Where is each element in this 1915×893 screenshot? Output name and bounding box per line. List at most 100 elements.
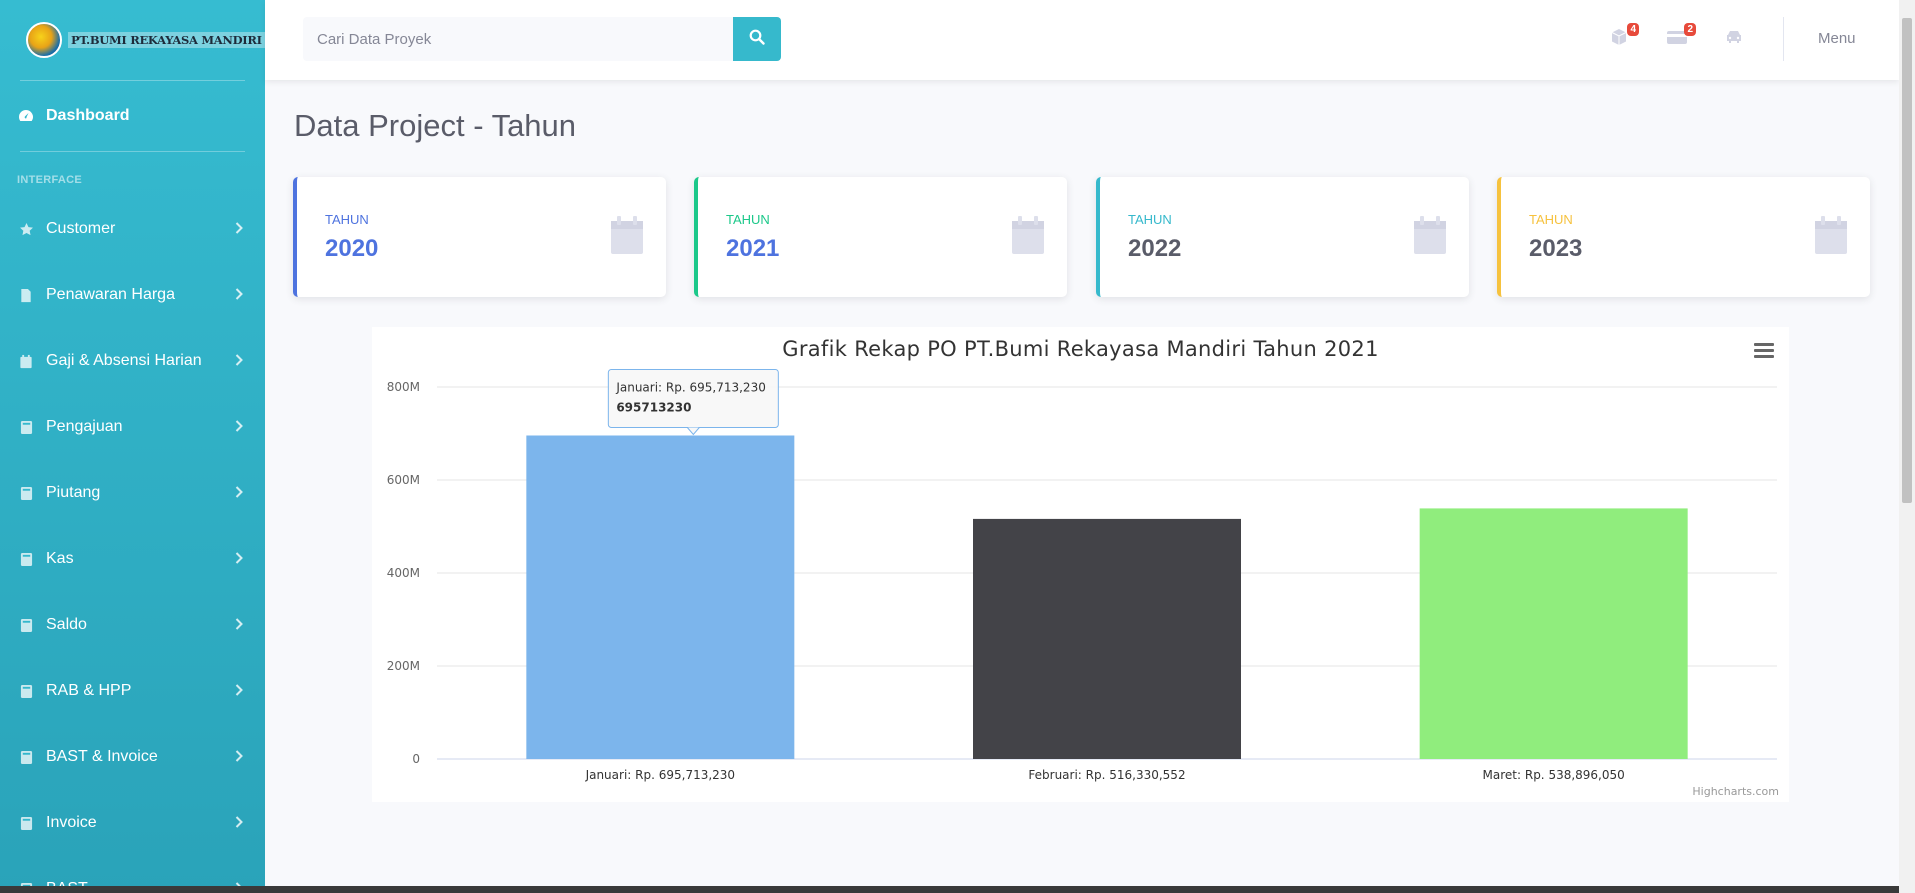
chevron-right-icon <box>235 683 243 699</box>
chart-container: Grafik Rekap PO PT.Bumi Rekayasa Mandiri… <box>372 327 1789 802</box>
brand[interactable]: PT.BUMI REKAYASA MANDIRI <box>0 0 265 80</box>
search-button[interactable] <box>733 17 781 61</box>
card-year: 2020 <box>325 235 379 262</box>
car-icon <box>1724 31 1744 51</box>
year-card[interactable]: TAHUN 2022 <box>1096 177 1469 297</box>
bar <box>1419 508 1688 759</box>
sidebar-item-dashboard[interactable]: Dashboard <box>0 81 265 151</box>
chevron-right-icon <box>235 749 243 765</box>
sidebar-item-gaji-absensi-harian[interactable]: Gaji & Absensi Harian <box>0 328 265 394</box>
card-label: TAHUN <box>1529 212 1573 227</box>
y-tick-label: 600M <box>387 473 420 487</box>
credit-card-icon <box>1666 31 1688 51</box>
car-button[interactable] <box>1724 27 1748 51</box>
chart-credit[interactable]: Highcharts.com <box>1692 785 1779 798</box>
search-icon <box>749 29 765 50</box>
book-icon <box>18 551 34 567</box>
sidebar-item-rab-hpp[interactable]: RAB & HPP <box>0 658 265 724</box>
search-input[interactable] <box>303 17 733 61</box>
sidebar-item-customer[interactable]: Customer <box>0 196 265 262</box>
y-tick-label: 0 <box>412 752 420 766</box>
sidebar-item-label: Customer <box>46 220 116 237</box>
y-tick-label: 400M <box>387 566 420 580</box>
sidebar-nav-list: Customer Penawaran Harga Gaji & Absensi Ha… <box>0 196 265 893</box>
chevron-right-icon <box>235 353 243 369</box>
sidebar-item-label: Dashboard <box>46 107 130 124</box>
card-label: TAHUN <box>325 212 369 227</box>
y-tick-label: 800M <box>387 380 420 394</box>
bar <box>973 518 1241 759</box>
year-card[interactable]: TAHUN 2021 <box>694 177 1067 297</box>
search-form <box>303 17 781 61</box>
sidebar-item-bast-invoice[interactable]: BAST & Invoice <box>0 724 265 790</box>
sidebar-item-piutang[interactable]: Piutang <box>0 460 265 526</box>
tooltip-category: Januari: Rp. 695,713,230 <box>615 380 766 394</box>
sidebar-item-invoice[interactable]: Invoice <box>0 790 265 856</box>
card-alert-button[interactable]: 2 <box>1666 23 1696 51</box>
page-title: Data Project - Tahun <box>294 108 577 143</box>
bar <box>526 435 795 759</box>
box-icon <box>1609 29 1629 51</box>
sidebar-item-label: Kas <box>46 550 74 567</box>
file-icon <box>18 287 34 303</box>
x-tick-label: Januari: Rp. 695,713,230 <box>585 768 736 782</box>
book-icon <box>18 815 34 831</box>
sidebar-item-label: Saldo <box>46 616 87 633</box>
sidebar-item-label: Pengajuan <box>46 418 123 435</box>
calendar-icon <box>610 215 644 260</box>
sidebar-item-saldo[interactable]: Saldo <box>0 592 265 658</box>
x-tick-label: Maret: Rp. 538,896,050 <box>1483 768 1625 782</box>
book-icon <box>18 617 34 633</box>
bar-chart: 0 200M 400M 600M 800M Januari: Rp. 695,713,23… <box>387 368 1777 782</box>
box-alert-button[interactable]: 4 <box>1609 23 1639 51</box>
sidebar-item-label: RAB & HPP <box>46 682 132 699</box>
card-label: TAHUN <box>1128 212 1172 227</box>
menu-button[interactable]: Menu <box>1818 30 1856 47</box>
star-icon <box>18 221 34 237</box>
sidebar-heading: INTERFACE <box>17 174 83 186</box>
sidebar-item-label: Penawaran Harga <box>46 286 175 303</box>
card-year: 2023 <box>1529 235 1583 262</box>
tooltip-pointer <box>686 427 700 436</box>
calendar-icon <box>1011 215 1045 260</box>
calendar-icon <box>1413 215 1447 260</box>
tooltip-value: 695713230 <box>616 400 691 414</box>
chevron-right-icon <box>235 815 243 831</box>
topbar-divider <box>1783 17 1784 61</box>
chevron-right-icon <box>235 419 243 435</box>
card-label: TAHUN <box>726 212 770 227</box>
box-badge: 4 <box>1627 23 1639 36</box>
brand-name: PT.BUMI REKAYASA MANDIRI <box>68 32 265 48</box>
card-year: 2021 <box>726 235 780 262</box>
year-card[interactable]: TAHUN 2020 <box>293 177 666 297</box>
sidebar-item-label: Gaji & Absensi Harian <box>46 352 202 369</box>
book-icon <box>18 485 34 501</box>
bottom-edge <box>0 886 1899 893</box>
card-year: 2022 <box>1128 235 1182 262</box>
card-badge: 2 <box>1684 23 1696 36</box>
chevron-right-icon <box>235 485 243 501</box>
sidebar: PT.BUMI REKAYASA MANDIRI Dashboard INTER… <box>0 0 265 893</box>
book-icon <box>18 419 34 435</box>
book-icon <box>18 683 34 699</box>
x-tick-label: Februari: Rp. 516,330,552 <box>1028 768 1185 782</box>
chevron-right-icon <box>235 287 243 303</box>
chevron-right-icon <box>235 551 243 567</box>
chevron-right-icon <box>235 221 243 237</box>
sidebar-item-penawaran-harga[interactable]: Penawaran Harga <box>0 262 265 328</box>
topbar: 4 2 Menu <box>265 0 1899 80</box>
tachometer-icon <box>18 108 34 124</box>
sidebar-item-label: Piutang <box>46 484 101 501</box>
tooltip <box>607 368 779 428</box>
scrollbar-thumb[interactable] <box>1902 18 1912 503</box>
year-card[interactable]: TAHUN 2023 <box>1497 177 1870 297</box>
sidebar-item-label: Invoice <box>46 814 97 831</box>
sidebar-item-label: BAST & Invoice <box>46 748 158 765</box>
chevron-right-icon <box>235 617 243 633</box>
calendar-icon <box>18 353 34 369</box>
sidebar-item-pengajuan[interactable]: Pengajuan <box>0 394 265 460</box>
calendar-icon <box>1814 215 1848 260</box>
brand-logo <box>26 22 62 58</box>
sidebar-item-kas[interactable]: Kas <box>0 526 265 592</box>
book-icon <box>18 749 34 765</box>
